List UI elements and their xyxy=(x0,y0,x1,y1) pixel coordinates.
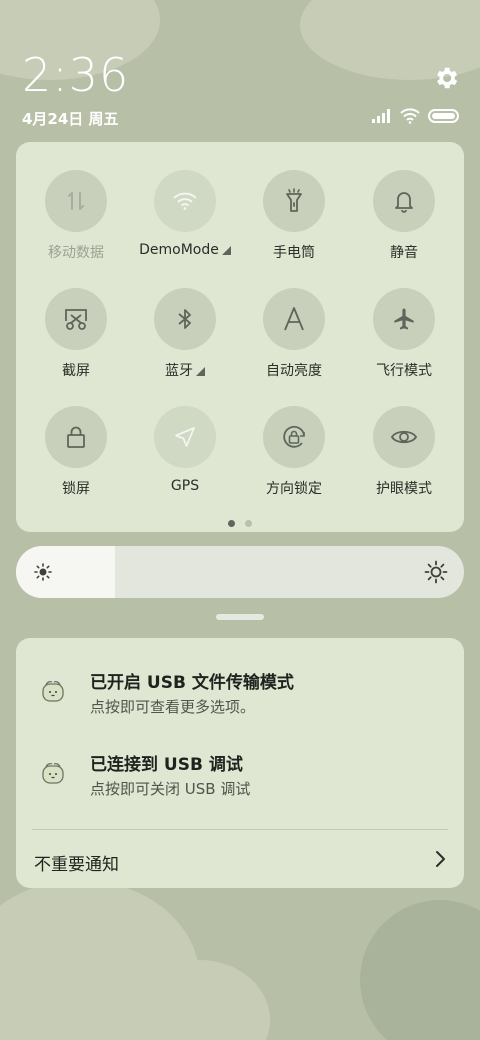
notification-subtitle: 点按即可查看更多选项。 xyxy=(90,698,256,716)
page-indicator xyxy=(228,520,252,527)
airplane-icon xyxy=(394,308,414,330)
tile-label: 锁屏 xyxy=(62,481,90,497)
notification-panel: 已开启 USB 文件传输模式 点按即可查看更多选项。 已连接到 USB 调试 点… xyxy=(16,638,464,888)
tile-button[interactable] xyxy=(373,170,435,232)
brightness-high-icon xyxy=(424,560,448,584)
date: 4月24日 周五 xyxy=(22,110,119,128)
brightness-slider[interactable] xyxy=(16,546,464,598)
tile-label: 静音 xyxy=(390,245,418,261)
expand-triangle-icon xyxy=(221,246,231,255)
tile-label: 手电筒 xyxy=(273,245,315,261)
signal-icon xyxy=(372,109,390,123)
brightness-low-icon xyxy=(34,563,52,581)
tile-button[interactable] xyxy=(154,288,216,350)
notification-usb-transfer[interactable]: 已开启 USB 文件传输模式 点按即可查看更多选项。 xyxy=(16,638,464,716)
tile-label: 移动数据 xyxy=(48,245,104,261)
notification-title: 已连接到 USB 调试 xyxy=(90,755,243,775)
bell-icon xyxy=(395,192,413,213)
tile-button[interactable] xyxy=(45,170,107,232)
tile-button[interactable] xyxy=(154,406,216,468)
tile-button[interactable] xyxy=(45,406,107,468)
tile-button[interactable] xyxy=(263,406,325,468)
tile-mobile-data[interactable]: 移动数据 xyxy=(21,170,131,262)
wifi-icon xyxy=(173,192,197,210)
tile-label: 截屏 xyxy=(62,363,90,379)
app-mascot-icon xyxy=(42,680,64,702)
expand-triangle-icon xyxy=(196,367,205,376)
brightness-fill xyxy=(16,546,115,598)
tile-label: 自动亮度 xyxy=(266,363,322,379)
tile-lock-screen[interactable]: 锁屏 xyxy=(21,406,131,498)
flashlight-icon xyxy=(286,188,302,212)
tile-label: 蓝牙 xyxy=(130,360,240,380)
tile-label: 护眼模式 xyxy=(376,481,432,497)
notification-subtitle: 点按即可关闭 USB 调试 xyxy=(90,780,251,798)
tile-screenshot[interactable]: 截屏 xyxy=(21,288,131,380)
auto-brightness-icon xyxy=(284,307,304,331)
bluetooth-icon xyxy=(178,309,191,329)
quick-settings-panel: 移动数据 DemoMode 手电筒 静音 截屏 蓝牙 自动亮度 飞行模式 锁屏 … xyxy=(16,142,464,532)
tile-button[interactable] xyxy=(263,170,325,232)
tile-button[interactable] xyxy=(263,288,325,350)
gear-icon[interactable] xyxy=(432,64,460,92)
tile-button[interactable] xyxy=(154,170,216,232)
screenshot-icon xyxy=(65,309,87,330)
chevron-right-icon xyxy=(436,851,445,867)
tile-silent[interactable]: 静音 xyxy=(349,170,459,262)
tile-gps[interactable]: GPS xyxy=(130,406,240,494)
tile-label: 飞行模式 xyxy=(376,363,432,379)
tile-button[interactable] xyxy=(373,406,435,468)
clock: 2:36 xyxy=(22,48,130,102)
tile-rotation-lock[interactable]: 方向锁定 xyxy=(239,406,349,498)
rotation-lock-icon xyxy=(283,425,305,448)
tile-label: GPS xyxy=(170,478,200,494)
notification-usb-debugging[interactable]: 已连接到 USB 调试 点按即可关闭 USB 调试 xyxy=(16,722,464,798)
tile-eye-protection[interactable]: 护眼模式 xyxy=(349,406,459,498)
unimportant-notifications-label: 不重要通知 xyxy=(34,855,119,875)
tile-flashlight[interactable]: 手电筒 xyxy=(239,170,349,262)
page-dot-active xyxy=(228,520,235,527)
wifi-icon xyxy=(400,108,420,124)
tile-auto-brightness[interactable]: 自动亮度 xyxy=(239,288,349,380)
tile-wifi[interactable]: DemoMode xyxy=(130,170,240,258)
tile-label: 方向锁定 xyxy=(266,481,322,497)
tile-button[interactable] xyxy=(373,288,435,350)
drag-handle[interactable] xyxy=(216,614,264,620)
location-icon xyxy=(175,427,195,447)
unimportant-notifications-row[interactable]: 不重要通知 xyxy=(16,830,464,888)
status-icons xyxy=(372,108,460,124)
tile-label: DemoMode xyxy=(130,242,240,258)
notification-title: 已开启 USB 文件传输模式 xyxy=(90,673,294,693)
tile-bluetooth[interactable]: 蓝牙 xyxy=(130,288,240,380)
app-mascot-icon xyxy=(42,762,64,784)
page-dot xyxy=(245,520,252,527)
tile-airplane-mode[interactable]: 飞行模式 xyxy=(349,288,459,380)
mobile-data-icon xyxy=(68,192,84,210)
tile-button[interactable] xyxy=(45,288,107,350)
lock-icon xyxy=(67,426,85,448)
battery-icon xyxy=(428,109,459,123)
eye-icon xyxy=(390,430,418,444)
